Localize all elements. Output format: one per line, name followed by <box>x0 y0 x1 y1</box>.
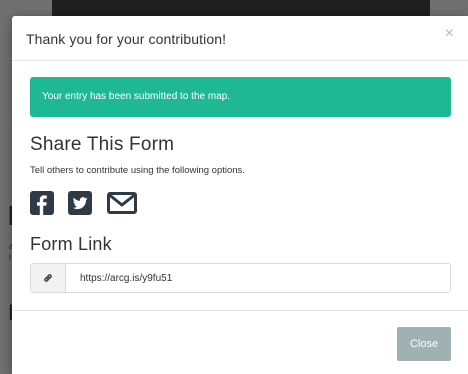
modal-header: Thank you for your contribution! × <box>12 16 468 61</box>
link-icon <box>31 264 66 292</box>
close-icon[interactable]: × <box>445 26 454 42</box>
facebook-icon[interactable] <box>30 191 54 215</box>
modal-footer-divider <box>12 310 468 311</box>
form-link-input[interactable] <box>66 264 450 292</box>
success-alert: Your entry has been submitted to the map… <box>30 77 451 117</box>
close-button[interactable]: Close <box>397 327 451 361</box>
form-link-heading: Form Link <box>30 234 112 254</box>
twitter-icon[interactable] <box>68 191 92 215</box>
share-form-description: Tell others to contribute using the foll… <box>30 165 245 176</box>
form-link-group <box>30 263 451 293</box>
email-icon[interactable] <box>107 191 137 215</box>
submission-modal: Thank you for your contribution! × Your … <box>12 16 468 374</box>
share-form-heading: Share This Form <box>30 134 175 155</box>
modal-title: Thank you for your contribution! <box>26 31 227 47</box>
